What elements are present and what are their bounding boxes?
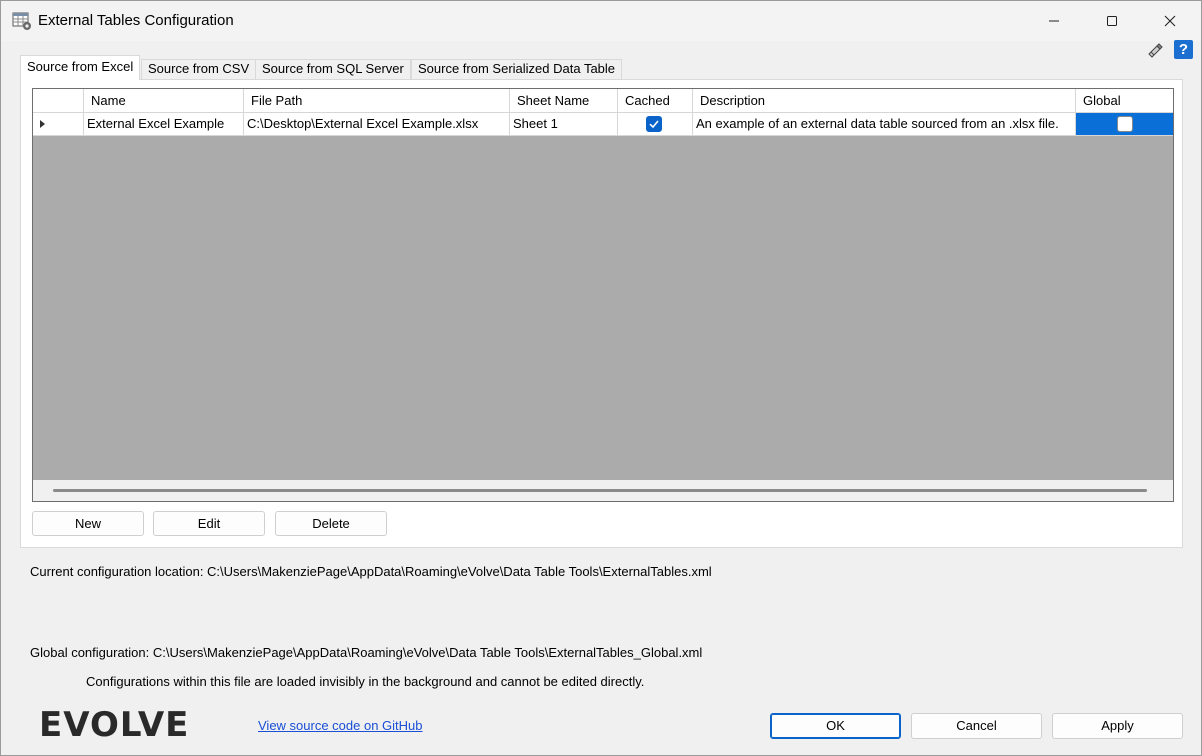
external-tables-grid[interactable]: Name File Path Sheet Name Cached Descrip… — [32, 88, 1174, 502]
cell-cached[interactable] — [618, 113, 693, 135]
close-button[interactable] — [1147, 1, 1193, 41]
excel-tab-panel: Name File Path Sheet Name Cached Descrip… — [20, 79, 1183, 548]
column-header-sheet-name[interactable]: Sheet Name — [510, 89, 618, 113]
column-header-description[interactable]: Description — [693, 89, 1076, 113]
delete-button[interactable]: Delete — [275, 511, 387, 536]
scrollbar-thumb[interactable] — [53, 489, 1147, 492]
column-header-global[interactable]: Global — [1076, 89, 1173, 113]
new-button[interactable]: New — [32, 511, 144, 536]
cell-file-path[interactable]: C:\Desktop\External Excel Example.xlsx — [244, 113, 510, 135]
title-bar[interactable]: External Tables Configuration — [1, 1, 1201, 41]
cell-description[interactable]: An example of an external data table sou… — [693, 113, 1076, 135]
table-settings-icon — [12, 12, 31, 30]
cell-sheet-name[interactable]: Sheet 1 — [510, 113, 618, 135]
global-checkbox[interactable] — [1117, 116, 1133, 132]
global-config-note: Configurations within this file are load… — [86, 674, 645, 689]
current-config-location: Current configuration location: C:\Users… — [30, 564, 712, 579]
table-row[interactable]: External Excel Example C:\Desktop\Extern… — [33, 113, 1173, 136]
tab-source-csv[interactable]: Source from CSV — [141, 59, 257, 79]
cell-name[interactable]: External Excel Example — [84, 113, 244, 135]
row-header[interactable] — [33, 113, 84, 135]
edit-button[interactable]: Edit — [153, 511, 265, 536]
horizontal-scrollbar[interactable] — [33, 480, 1173, 501]
column-header-cached[interactable]: Cached — [618, 89, 693, 113]
help-icon[interactable]: ? — [1174, 40, 1193, 59]
cleanup-icon[interactable] — [1146, 41, 1164, 59]
minimize-button[interactable] — [1031, 1, 1077, 41]
column-header-file-path[interactable]: File Path — [244, 89, 510, 113]
github-link[interactable]: View source code on GitHub — [258, 718, 423, 733]
tab-source-excel[interactable]: Source from Excel — [20, 55, 141, 80]
column-header-name[interactable]: Name — [84, 89, 244, 113]
cancel-button[interactable]: Cancel — [911, 713, 1042, 739]
window-title: External Tables Configuration — [38, 12, 234, 29]
maximize-icon — [1107, 16, 1117, 26]
tab-source-sql-server[interactable]: Source from SQL Server — [255, 59, 411, 79]
cell-global[interactable] — [1076, 113, 1173, 135]
minimize-icon — [1049, 20, 1059, 22]
external-tables-window: External Tables Configuration ? Source f… — [0, 0, 1202, 756]
row-header-corner — [33, 89, 84, 113]
tab-source-serialized[interactable]: Source from Serialized Data Table — [411, 59, 623, 79]
current-row-icon — [40, 120, 45, 128]
apply-button[interactable]: Apply — [1052, 713, 1183, 739]
check-icon — [649, 120, 659, 129]
close-icon — [1164, 15, 1176, 27]
maximize-button[interactable] — [1089, 1, 1135, 41]
grid-header: Name File Path Sheet Name Cached Descrip… — [33, 89, 1173, 113]
ok-button[interactable]: OK — [770, 713, 901, 739]
evolve-logo: EVOLVE — [39, 705, 190, 745]
cached-checkbox[interactable] — [646, 116, 662, 132]
global-config-location: Global configuration: C:\Users\MakenzieP… — [30, 645, 703, 660]
